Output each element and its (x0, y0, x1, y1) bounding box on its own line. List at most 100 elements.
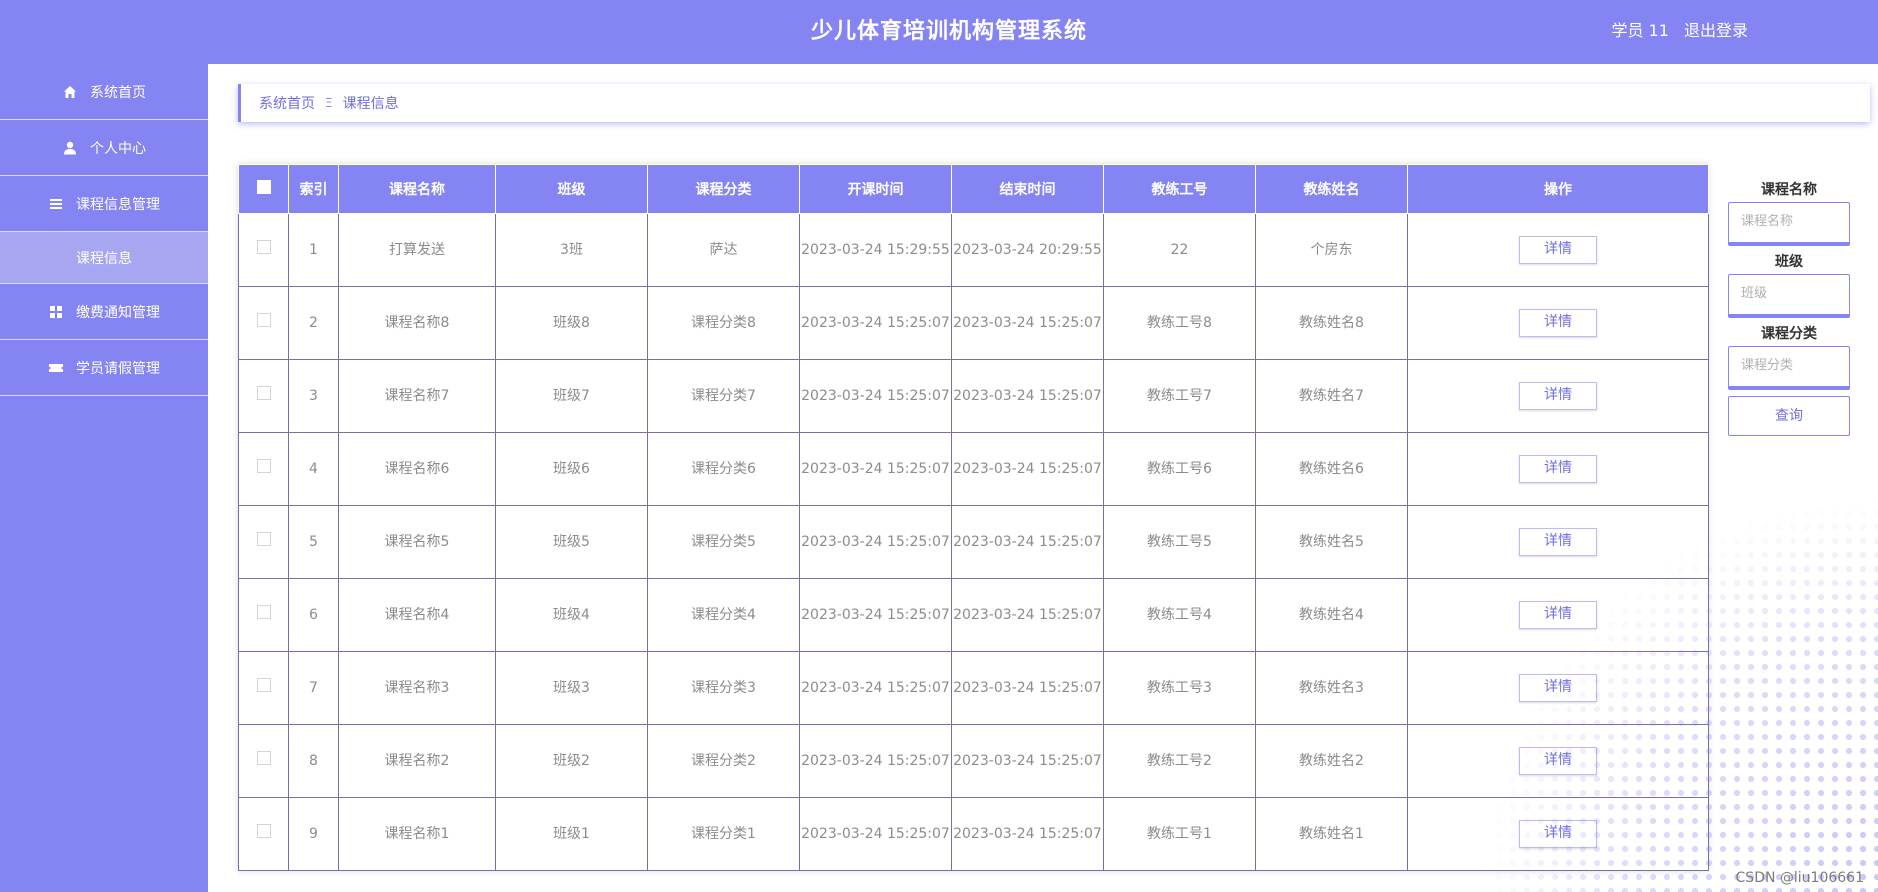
logout-link[interactable]: 退出登录 (1684, 21, 1748, 40)
row-coach-name: 教练姓名6 (1255, 432, 1408, 506)
row-select-cell[interactable] (238, 286, 289, 360)
row-select-cell[interactable] (238, 797, 289, 871)
row-coach-id: 教练工号5 (1103, 505, 1256, 579)
row-start-time: 2023-03-24 15:25:07 (799, 286, 952, 360)
row-checkbox[interactable] (256, 240, 271, 254)
row-select-cell[interactable] (238, 432, 289, 506)
header-coach-id: 教练工号 (1103, 164, 1256, 214)
detail-button[interactable]: 详情 (1519, 236, 1597, 264)
sidebar-item-course-info[interactable]: 课程信息 (0, 232, 208, 284)
row-checkbox[interactable] (256, 386, 271, 400)
row-actions: 详情 (1407, 286, 1709, 360)
grid-icon (48, 304, 64, 320)
row-class: 班级4 (495, 578, 648, 652)
row-coach-name: 教练姓名7 (1255, 359, 1408, 433)
row-index: 5 (288, 505, 339, 579)
row-end-time: 2023-03-24 20:29:55 (951, 213, 1104, 287)
row-class: 班级1 (495, 797, 648, 871)
row-start-time: 2023-03-24 15:25:07 (799, 651, 952, 725)
table-row: 3 课程名称7 班级7 课程分类7 2023-03-24 15:25:07 2023-03… (238, 359, 1709, 433)
row-course-name: 课程名称8 (338, 286, 496, 360)
row-coach-id: 教练工号2 (1103, 724, 1256, 798)
row-select-cell[interactable] (238, 359, 289, 433)
row-category: 萨达 (647, 213, 800, 287)
search-panel: 课程名称 课程名称 班级 班级 课程分类 课程分类 查询 (1728, 174, 1850, 436)
row-select-cell[interactable] (238, 651, 289, 725)
row-category: 课程分类6 (647, 432, 800, 506)
class-input[interactable]: 班级 (1728, 274, 1850, 318)
detail-button[interactable]: 详情 (1519, 382, 1597, 410)
row-course-name: 打算发送 (338, 213, 496, 287)
row-class: 班级3 (495, 651, 648, 725)
detail-button[interactable]: 详情 (1519, 309, 1597, 337)
sidebar-item-course-management[interactable]: 课程信息管理 (0, 176, 208, 232)
breadcrumb-home[interactable]: 系统首页 (259, 93, 315, 113)
row-select-cell[interactable] (238, 578, 289, 652)
row-checkbox[interactable] (256, 532, 271, 546)
row-end-time: 2023-03-24 15:25:07 (951, 286, 1104, 360)
row-checkbox[interactable] (256, 824, 271, 838)
sidebar-item-label: 个人中心 (90, 140, 146, 157)
row-index: 1 (288, 213, 339, 287)
row-index: 3 (288, 359, 339, 433)
row-coach-id: 教练工号6 (1103, 432, 1256, 506)
row-index: 9 (288, 797, 339, 871)
row-course-name: 课程名称2 (338, 724, 496, 798)
row-select-cell[interactable] (238, 505, 289, 579)
breadcrumb-separator-icon: Ξ (325, 96, 333, 110)
sidebar-item-home[interactable]: 系统首页 (0, 64, 208, 120)
user-area: 学员 11 退出登录 (1601, 0, 1748, 62)
row-end-time: 2023-03-24 15:25:07 (951, 432, 1104, 506)
course-name-input[interactable]: 课程名称 (1728, 202, 1850, 246)
row-index: 4 (288, 432, 339, 506)
sidebar-item-payment-notice[interactable]: 缴费通知管理 (0, 284, 208, 340)
category-input[interactable]: 课程分类 (1728, 346, 1850, 390)
header-select-all[interactable] (238, 164, 289, 214)
row-class: 班级5 (495, 505, 648, 579)
row-end-time: 2023-03-24 15:25:07 (951, 505, 1104, 579)
row-coach-name: 教练姓名8 (1255, 286, 1408, 360)
watermark-text: CSDN @liu106661 (1735, 870, 1864, 886)
row-coach-id: 教练工号3 (1103, 651, 1256, 725)
detail-button[interactable]: 详情 (1519, 455, 1597, 483)
row-end-time: 2023-03-24 15:25:07 (951, 797, 1104, 871)
sidebar-item-leave-management[interactable]: 学员请假管理 (0, 340, 208, 396)
row-start-time: 2023-03-24 15:25:07 (799, 797, 952, 871)
header-end-time: 结束时间 (951, 164, 1104, 214)
row-coach-id: 22 (1103, 213, 1256, 287)
ticket-icon (48, 360, 64, 376)
row-checkbox[interactable] (256, 678, 271, 692)
row-class: 3班 (495, 213, 648, 287)
row-coach-id: 教练工号4 (1103, 578, 1256, 652)
row-coach-id: 教练工号1 (1103, 797, 1256, 871)
row-index: 6 (288, 578, 339, 652)
header-actions: 操作 (1407, 164, 1709, 214)
home-icon (62, 84, 78, 100)
row-category: 课程分类4 (647, 578, 800, 652)
row-coach-name: 教练姓名3 (1255, 651, 1408, 725)
row-start-time: 2023-03-24 15:25:07 (799, 432, 952, 506)
row-category: 课程分类1 (647, 797, 800, 871)
row-checkbox[interactable] (256, 313, 271, 327)
row-actions: 详情 (1407, 213, 1709, 287)
row-select-cell[interactable] (238, 213, 289, 287)
current-user: 学员 11 (1611, 21, 1669, 40)
decorative-dots (1478, 492, 1878, 892)
header-start-time: 开课时间 (799, 164, 952, 214)
row-end-time: 2023-03-24 15:25:07 (951, 651, 1104, 725)
row-checkbox[interactable] (256, 605, 271, 619)
table-row: 2 课程名称8 班级8 课程分类8 2023-03-24 15:25:07 2023-03… (238, 286, 1709, 360)
select-all-checkbox[interactable] (256, 180, 271, 194)
category-label: 课程分类 (1761, 326, 1817, 342)
row-course-name: 课程名称1 (338, 797, 496, 871)
row-index: 7 (288, 651, 339, 725)
row-coach-id: 教练工号8 (1103, 286, 1256, 360)
query-button[interactable]: 查询 (1728, 396, 1850, 436)
app-title: 少儿体育培训机构管理系统 (810, 19, 1087, 44)
row-category: 课程分类5 (647, 505, 800, 579)
row-select-cell[interactable] (238, 724, 289, 798)
sidebar-item-profile[interactable]: 个人中心 (0, 120, 208, 176)
table-header-row: 索引 课程名称 班级 课程分类 开课时间 结束时间 教练工号 教练姓名 操作 (238, 164, 1709, 214)
row-checkbox[interactable] (256, 751, 271, 765)
row-checkbox[interactable] (256, 459, 271, 473)
